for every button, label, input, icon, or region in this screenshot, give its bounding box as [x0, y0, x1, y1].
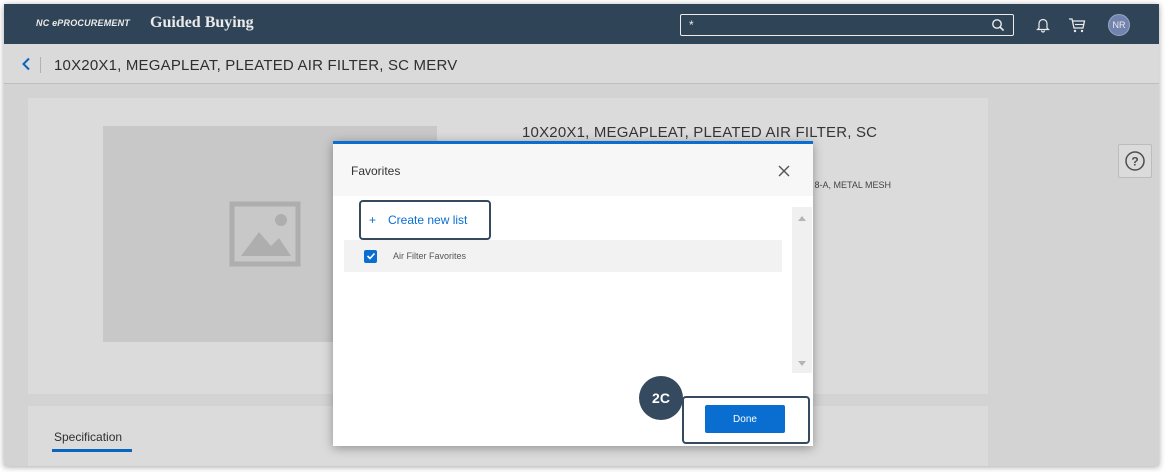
step-badge: 2C	[639, 376, 683, 420]
dialog-header: Favorites	[333, 144, 813, 196]
scroll-down-icon[interactable]	[792, 357, 812, 371]
dialog-body: + Create new list Air Filter Favorites	[333, 196, 813, 386]
favorites-dialog: Favorites + Create new list Air Filter F…	[333, 141, 813, 446]
list-item[interactable]: Air Filter Favorites	[344, 240, 782, 272]
create-new-list-label: Create new list	[388, 213, 468, 227]
done-button[interactable]: Done	[705, 405, 785, 433]
app-frame: NC ePROCUREMENT Guided Buying NR 10X20X1…	[4, 4, 1159, 466]
dialog-footer: Done	[333, 386, 813, 449]
scroll-up-icon[interactable]	[792, 211, 812, 225]
plus-icon: +	[369, 213, 377, 227]
scrollbar[interactable]	[792, 207, 812, 373]
list-item-label: Air Filter Favorites	[393, 251, 467, 261]
close-icon[interactable]	[773, 160, 795, 182]
dialog-title: Favorites	[351, 164, 401, 178]
checkbox-checked[interactable]	[364, 249, 377, 263]
create-new-list-button[interactable]: + Create new list	[359, 200, 491, 240]
